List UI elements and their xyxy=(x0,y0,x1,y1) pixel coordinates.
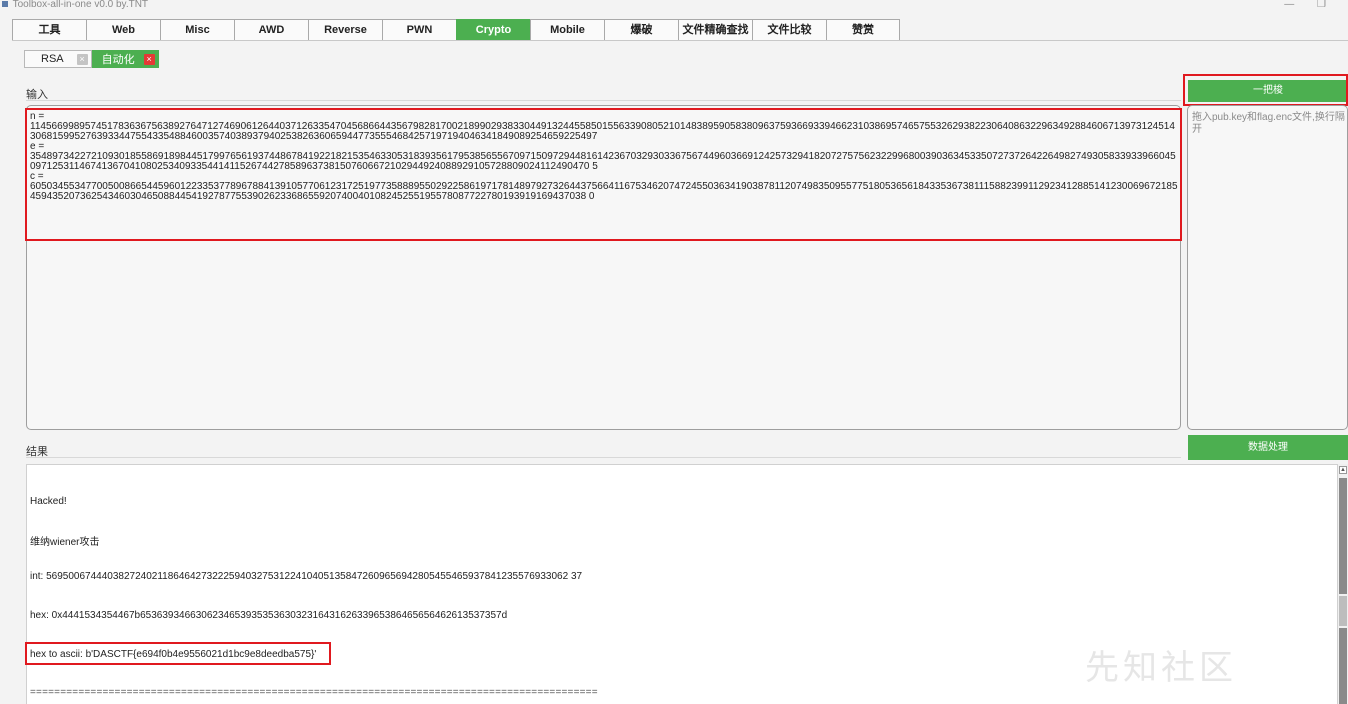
tab-divider xyxy=(12,40,1348,41)
minimize-button[interactable]: — xyxy=(1284,0,1294,10)
window-title: Toolbox-all-in-one v0.0 by.TNT xyxy=(12,0,149,10)
scroll-thumb-lower[interactable] xyxy=(1339,628,1347,704)
close-icon[interactable]: × xyxy=(76,53,88,65)
window-controls: — ❐ xyxy=(1264,0,1326,10)
result-attack-name: 维纳wiener攻击 xyxy=(30,537,100,548)
result-divider xyxy=(26,457,1181,458)
scroll-thumb[interactable] xyxy=(1339,478,1347,594)
window-titlebar: Toolbox-all-in-one v0.0 by.TNT — ❐ xyxy=(0,0,1348,14)
tab-web[interactable]: Web xyxy=(86,19,160,41)
tab-pwn[interactable]: PWN xyxy=(382,19,456,41)
subtab-automation[interactable]: 自动化 × xyxy=(91,50,159,68)
file-drop-area[interactable]: 拖入pub.key和flag.enc文件,换行隔开 xyxy=(1187,105,1348,430)
watermark: 先知社区 xyxy=(1085,648,1237,688)
input-textarea[interactable]: n = 114566998957451783636756389276471274… xyxy=(26,105,1181,430)
result-status: Hacked! xyxy=(30,496,67,507)
one-click-solve-button[interactable]: 一把梭 xyxy=(1188,80,1348,102)
tab-reverse[interactable]: Reverse xyxy=(308,19,382,41)
tab-mobile[interactable]: Mobile xyxy=(530,19,604,41)
tab-bruteforce[interactable]: 爆破 xyxy=(604,19,678,41)
tab-file-search[interactable]: 文件精确查找 xyxy=(678,19,752,41)
result-separator: ========================================… xyxy=(30,687,598,698)
scroll-up-icon[interactable]: ▲ xyxy=(1339,466,1347,474)
file-drop-hint: 拖入pub.key和flag.enc文件,换行隔开 xyxy=(1192,112,1345,135)
main-tab-bar: 工具 Web Misc AWD Reverse PWN Crypto Mobil… xyxy=(12,19,900,41)
input-content: n = 114566998957451783636756389276471274… xyxy=(30,111,1178,202)
subtab-rsa-label: RSA xyxy=(41,53,64,65)
tab-misc[interactable]: Misc xyxy=(160,19,234,41)
tab-tools[interactable]: 工具 xyxy=(12,19,86,41)
subtab-automation-label: 自动化 xyxy=(101,54,135,66)
tab-file-compare[interactable]: 文件比较 xyxy=(752,19,826,41)
app-icon xyxy=(2,1,8,8)
result-scrollbar[interactable]: ▲ xyxy=(1338,464,1348,704)
sub-tab-bar: RSA × 自动化 × xyxy=(24,50,159,68)
close-icon[interactable]: × xyxy=(143,53,155,65)
data-process-button[interactable]: 数据处理 xyxy=(1188,435,1348,460)
tab-crypto[interactable]: Crypto xyxy=(456,19,530,41)
tab-awd[interactable]: AWD xyxy=(234,19,308,41)
result-ascii: hex to ascii: b'DASCTF{e694f0b4e9556021d… xyxy=(30,649,317,660)
tab-donate[interactable]: 赞赏 xyxy=(826,19,900,41)
result-hex: hex: 0x4441534354467b6536393466306234653… xyxy=(30,610,508,621)
subtab-rsa[interactable]: RSA × xyxy=(24,50,92,68)
restore-button[interactable]: ❐ xyxy=(1317,0,1326,10)
input-divider xyxy=(26,100,1181,101)
result-int: int: 56950067444038272402118646427322259… xyxy=(30,571,583,582)
scroll-track xyxy=(1339,596,1347,626)
